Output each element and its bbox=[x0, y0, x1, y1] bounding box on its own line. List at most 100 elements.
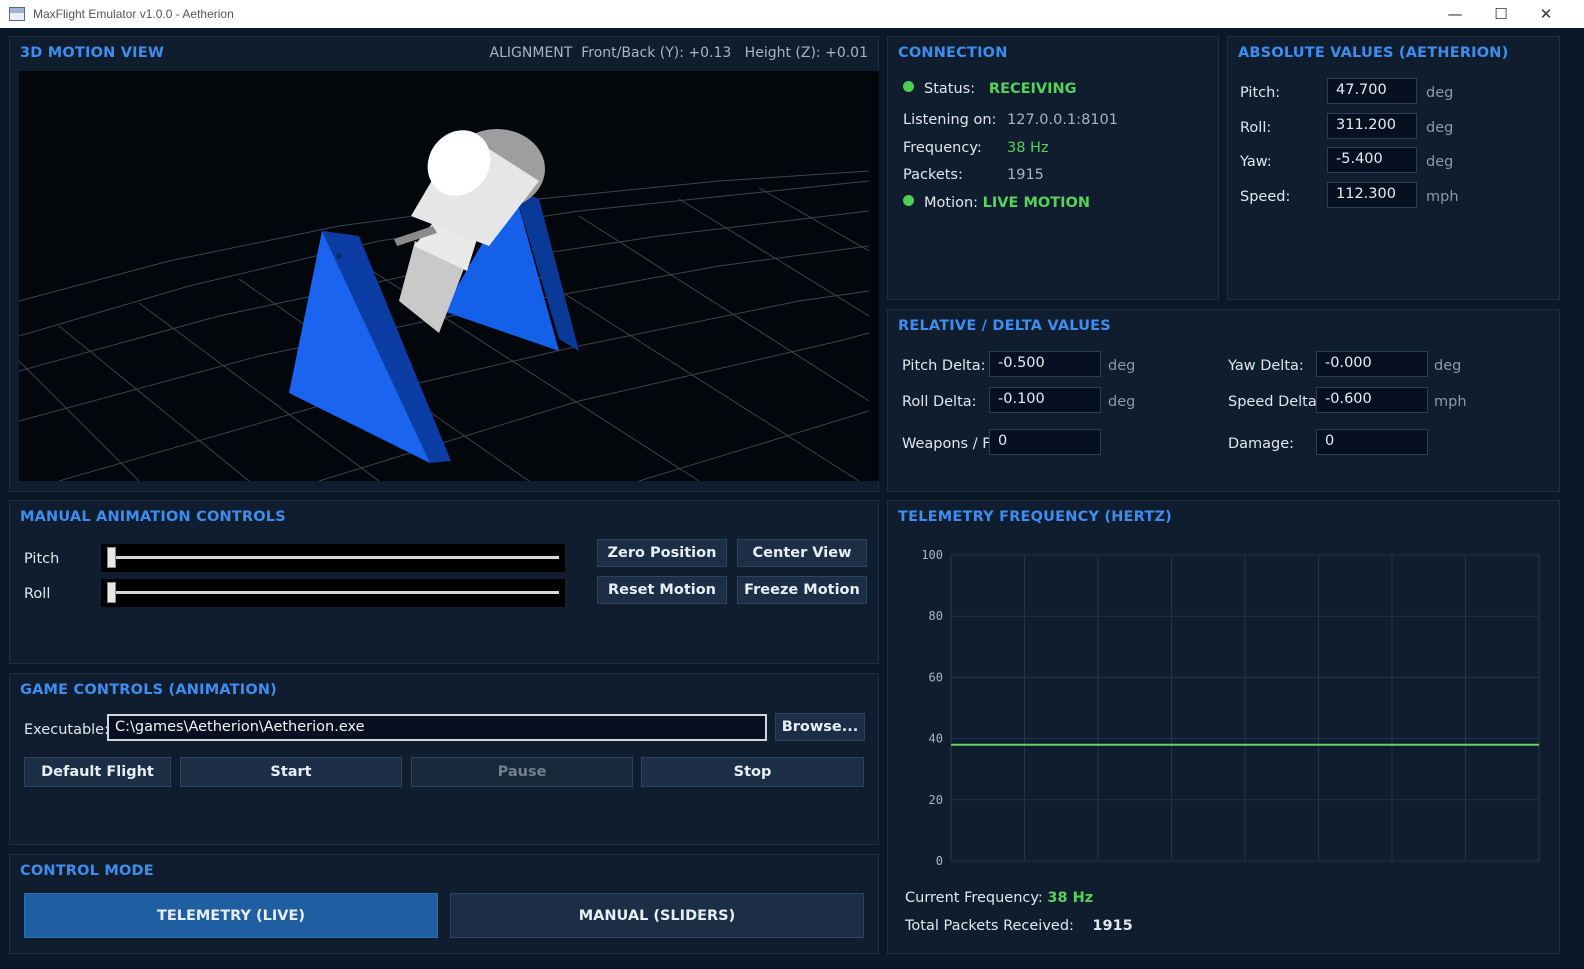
listening-label: Listening on: bbox=[903, 112, 997, 128]
game-controls-panel: GAME CONTROLS (ANIMATION) Executable: C:… bbox=[9, 673, 879, 845]
executable-path-input[interactable]: C:\games\Aetherion\Aetherion.exe bbox=[107, 714, 767, 741]
total-packets-label: Total Packets Received: bbox=[905, 918, 1074, 934]
yaw-delta-unit: deg bbox=[1434, 358, 1462, 374]
y-tick-label: 60 bbox=[929, 670, 943, 684]
reset-motion-button[interactable]: Reset Motion bbox=[597, 576, 727, 604]
frequency-value: 38 Hz bbox=[1007, 140, 1049, 156]
manual-controls-title: MANUAL ANIMATION CONTROLS bbox=[20, 509, 286, 525]
yaw-delta-field[interactable]: -0.000 bbox=[1316, 351, 1428, 377]
relative-values-title: RELATIVE / DELTA VALUES bbox=[898, 318, 1111, 334]
zero-position-button[interactable]: Zero Position bbox=[597, 539, 727, 567]
pitch-slider-track bbox=[107, 556, 559, 559]
roll-delta-field[interactable]: -0.100 bbox=[989, 387, 1101, 413]
total-packets-value: 1915 bbox=[1092, 918, 1133, 934]
connection-panel: CONNECTION Status: RECEIVING Listening o… bbox=[887, 36, 1219, 300]
freeze-motion-button[interactable]: Freeze Motion bbox=[737, 576, 867, 604]
game-controls-title: GAME CONTROLS (ANIMATION) bbox=[20, 682, 278, 698]
frequency-value-wrap: 38 Hz bbox=[1007, 140, 1049, 156]
current-frequency-value: 38 Hz bbox=[1047, 890, 1094, 906]
roll-field[interactable]: 311.200 bbox=[1327, 113, 1417, 139]
motion-value: LIVE MOTION bbox=[982, 195, 1090, 211]
alignment-readout: ALIGNMENT Front/Back (Y): +0.13 Height (… bbox=[489, 45, 868, 61]
app-icon bbox=[9, 7, 25, 21]
pause-button[interactable]: Pause bbox=[411, 757, 633, 787]
pitch-delta-field[interactable]: -0.500 bbox=[989, 351, 1101, 377]
control-mode-panel: CONTROL MODE TELEMETRY (LIVE) MANUAL (SL… bbox=[9, 854, 879, 954]
current-frequency-row: Current Frequency: 38 Hz bbox=[905, 890, 1093, 906]
roll-delta-unit: deg bbox=[1108, 394, 1136, 410]
y-tick-label: 0 bbox=[936, 854, 943, 868]
speed-label: Speed: bbox=[1240, 189, 1291, 205]
status-label: Status: bbox=[924, 81, 976, 97]
y-tick-label: 40 bbox=[929, 732, 943, 746]
roll-label: Roll: bbox=[1240, 120, 1272, 136]
motion-indicator-icon bbox=[903, 195, 914, 206]
absolute-values-panel: ABSOLUTE VALUES (AETHERION) Pitch: 47.70… bbox=[1227, 36, 1560, 300]
status-indicator-icon bbox=[903, 81, 914, 92]
manual-controls-panel: MANUAL ANIMATION CONTROLS Pitch Roll Zer… bbox=[9, 500, 879, 664]
executable-label: Executable: bbox=[24, 722, 109, 738]
control-mode-title: CONTROL MODE bbox=[20, 863, 154, 879]
motion-view-panel: 3D MOTION VIEW ALIGNMENT Front/Back (Y):… bbox=[9, 36, 879, 492]
weapons-label: Weapons / F bbox=[902, 436, 991, 452]
center-view-button[interactable]: Center View bbox=[737, 539, 867, 567]
pitch-delta-unit: deg bbox=[1108, 358, 1136, 374]
speed-delta-label: Speed Delta: bbox=[1228, 394, 1322, 410]
window-title: MaxFlight Emulator v1.0.0 - Aetherion bbox=[33, 7, 234, 21]
telemetry-mode-button[interactable]: TELEMETRY (LIVE) bbox=[24, 893, 438, 938]
3d-viewport[interactable] bbox=[18, 71, 879, 482]
start-button[interactable]: Start bbox=[180, 757, 402, 787]
maximize-button[interactable]: ☐ bbox=[1478, 0, 1524, 28]
y-tick-label: 80 bbox=[929, 609, 943, 623]
motion-row: Motion: LIVE MOTION bbox=[903, 195, 1090, 211]
browse-button[interactable]: Browse... bbox=[775, 713, 865, 741]
default-flight-button[interactable]: Default Flight bbox=[24, 757, 171, 787]
relative-values-panel: RELATIVE / DELTA VALUES Pitch Delta: -0.… bbox=[887, 309, 1560, 492]
motion-platform-render bbox=[18, 129, 870, 482]
manual-mode-button[interactable]: MANUAL (SLIDERS) bbox=[450, 893, 864, 938]
connection-title: CONNECTION bbox=[898, 45, 1008, 61]
total-packets-row: Total Packets Received: 1915 bbox=[905, 918, 1133, 934]
packets-label: Packets: bbox=[903, 167, 963, 183]
listening-address: 127.0.0.1:8101 bbox=[1007, 112, 1118, 128]
damage-label: Damage: bbox=[1228, 436, 1295, 452]
status-value: RECEIVING bbox=[988, 81, 1077, 97]
pitch-slider[interactable] bbox=[101, 544, 565, 572]
telemetry-title: TELEMETRY FREQUENCY (HERTZ) bbox=[898, 509, 1173, 525]
listening-row: Listening on: bbox=[903, 112, 996, 128]
pitch-slider-thumb[interactable] bbox=[107, 547, 116, 568]
packets-value: 1915 bbox=[1007, 167, 1044, 183]
pitch-field[interactable]: 47.700 bbox=[1327, 78, 1417, 104]
speed-unit: mph bbox=[1426, 189, 1459, 205]
status-row: Status: RECEIVING bbox=[903, 81, 1077, 97]
speed-delta-field[interactable]: -0.600 bbox=[1316, 387, 1428, 413]
y-tick-label: 100 bbox=[921, 548, 943, 562]
pitch-delta-label: Pitch Delta: bbox=[902, 358, 986, 374]
roll-slider[interactable] bbox=[101, 579, 565, 607]
motion-view-title: 3D MOTION VIEW bbox=[20, 45, 165, 61]
roll-slider-label: Roll bbox=[24, 586, 51, 602]
roll-slider-thumb[interactable] bbox=[107, 582, 116, 603]
current-frequency-label: Current Frequency: bbox=[905, 890, 1043, 906]
pitch-unit: deg bbox=[1426, 85, 1454, 101]
absolute-values-title: ABSOLUTE VALUES (AETHERION) bbox=[1238, 45, 1509, 61]
y-tick-label: 20 bbox=[929, 793, 943, 807]
speed-delta-unit: mph bbox=[1434, 394, 1467, 410]
packets-value-wrap: 1915 bbox=[1007, 167, 1044, 183]
yaw-field[interactable]: -5.400 bbox=[1327, 147, 1417, 173]
yaw-delta-label: Yaw Delta: bbox=[1228, 358, 1304, 374]
damage-field[interactable]: 0 bbox=[1316, 429, 1428, 455]
roll-unit: deg bbox=[1426, 120, 1454, 136]
weapons-field[interactable]: 0 bbox=[989, 429, 1101, 455]
minimize-button[interactable]: — bbox=[1432, 0, 1478, 28]
pitch-label: Pitch: bbox=[1240, 85, 1281, 101]
close-button[interactable]: ✕ bbox=[1523, 0, 1569, 28]
stop-button[interactable]: Stop bbox=[641, 757, 864, 787]
listening-value: 127.0.0.1:8101 bbox=[1007, 112, 1118, 128]
frequency-chart: 100 80 60 40 20 0 bbox=[921, 548, 1540, 868]
roll-delta-label: Roll Delta: bbox=[902, 394, 977, 410]
roll-slider-track bbox=[107, 591, 559, 594]
speed-field[interactable]: 112.300 bbox=[1327, 182, 1417, 208]
telemetry-panel: TELEMETRY FREQUENCY (HERTZ) 100 80 60 40 20 0… bbox=[887, 500, 1560, 954]
title-bar: MaxFlight Emulator v1.0.0 - Aetherion — … bbox=[0, 0, 1584, 28]
